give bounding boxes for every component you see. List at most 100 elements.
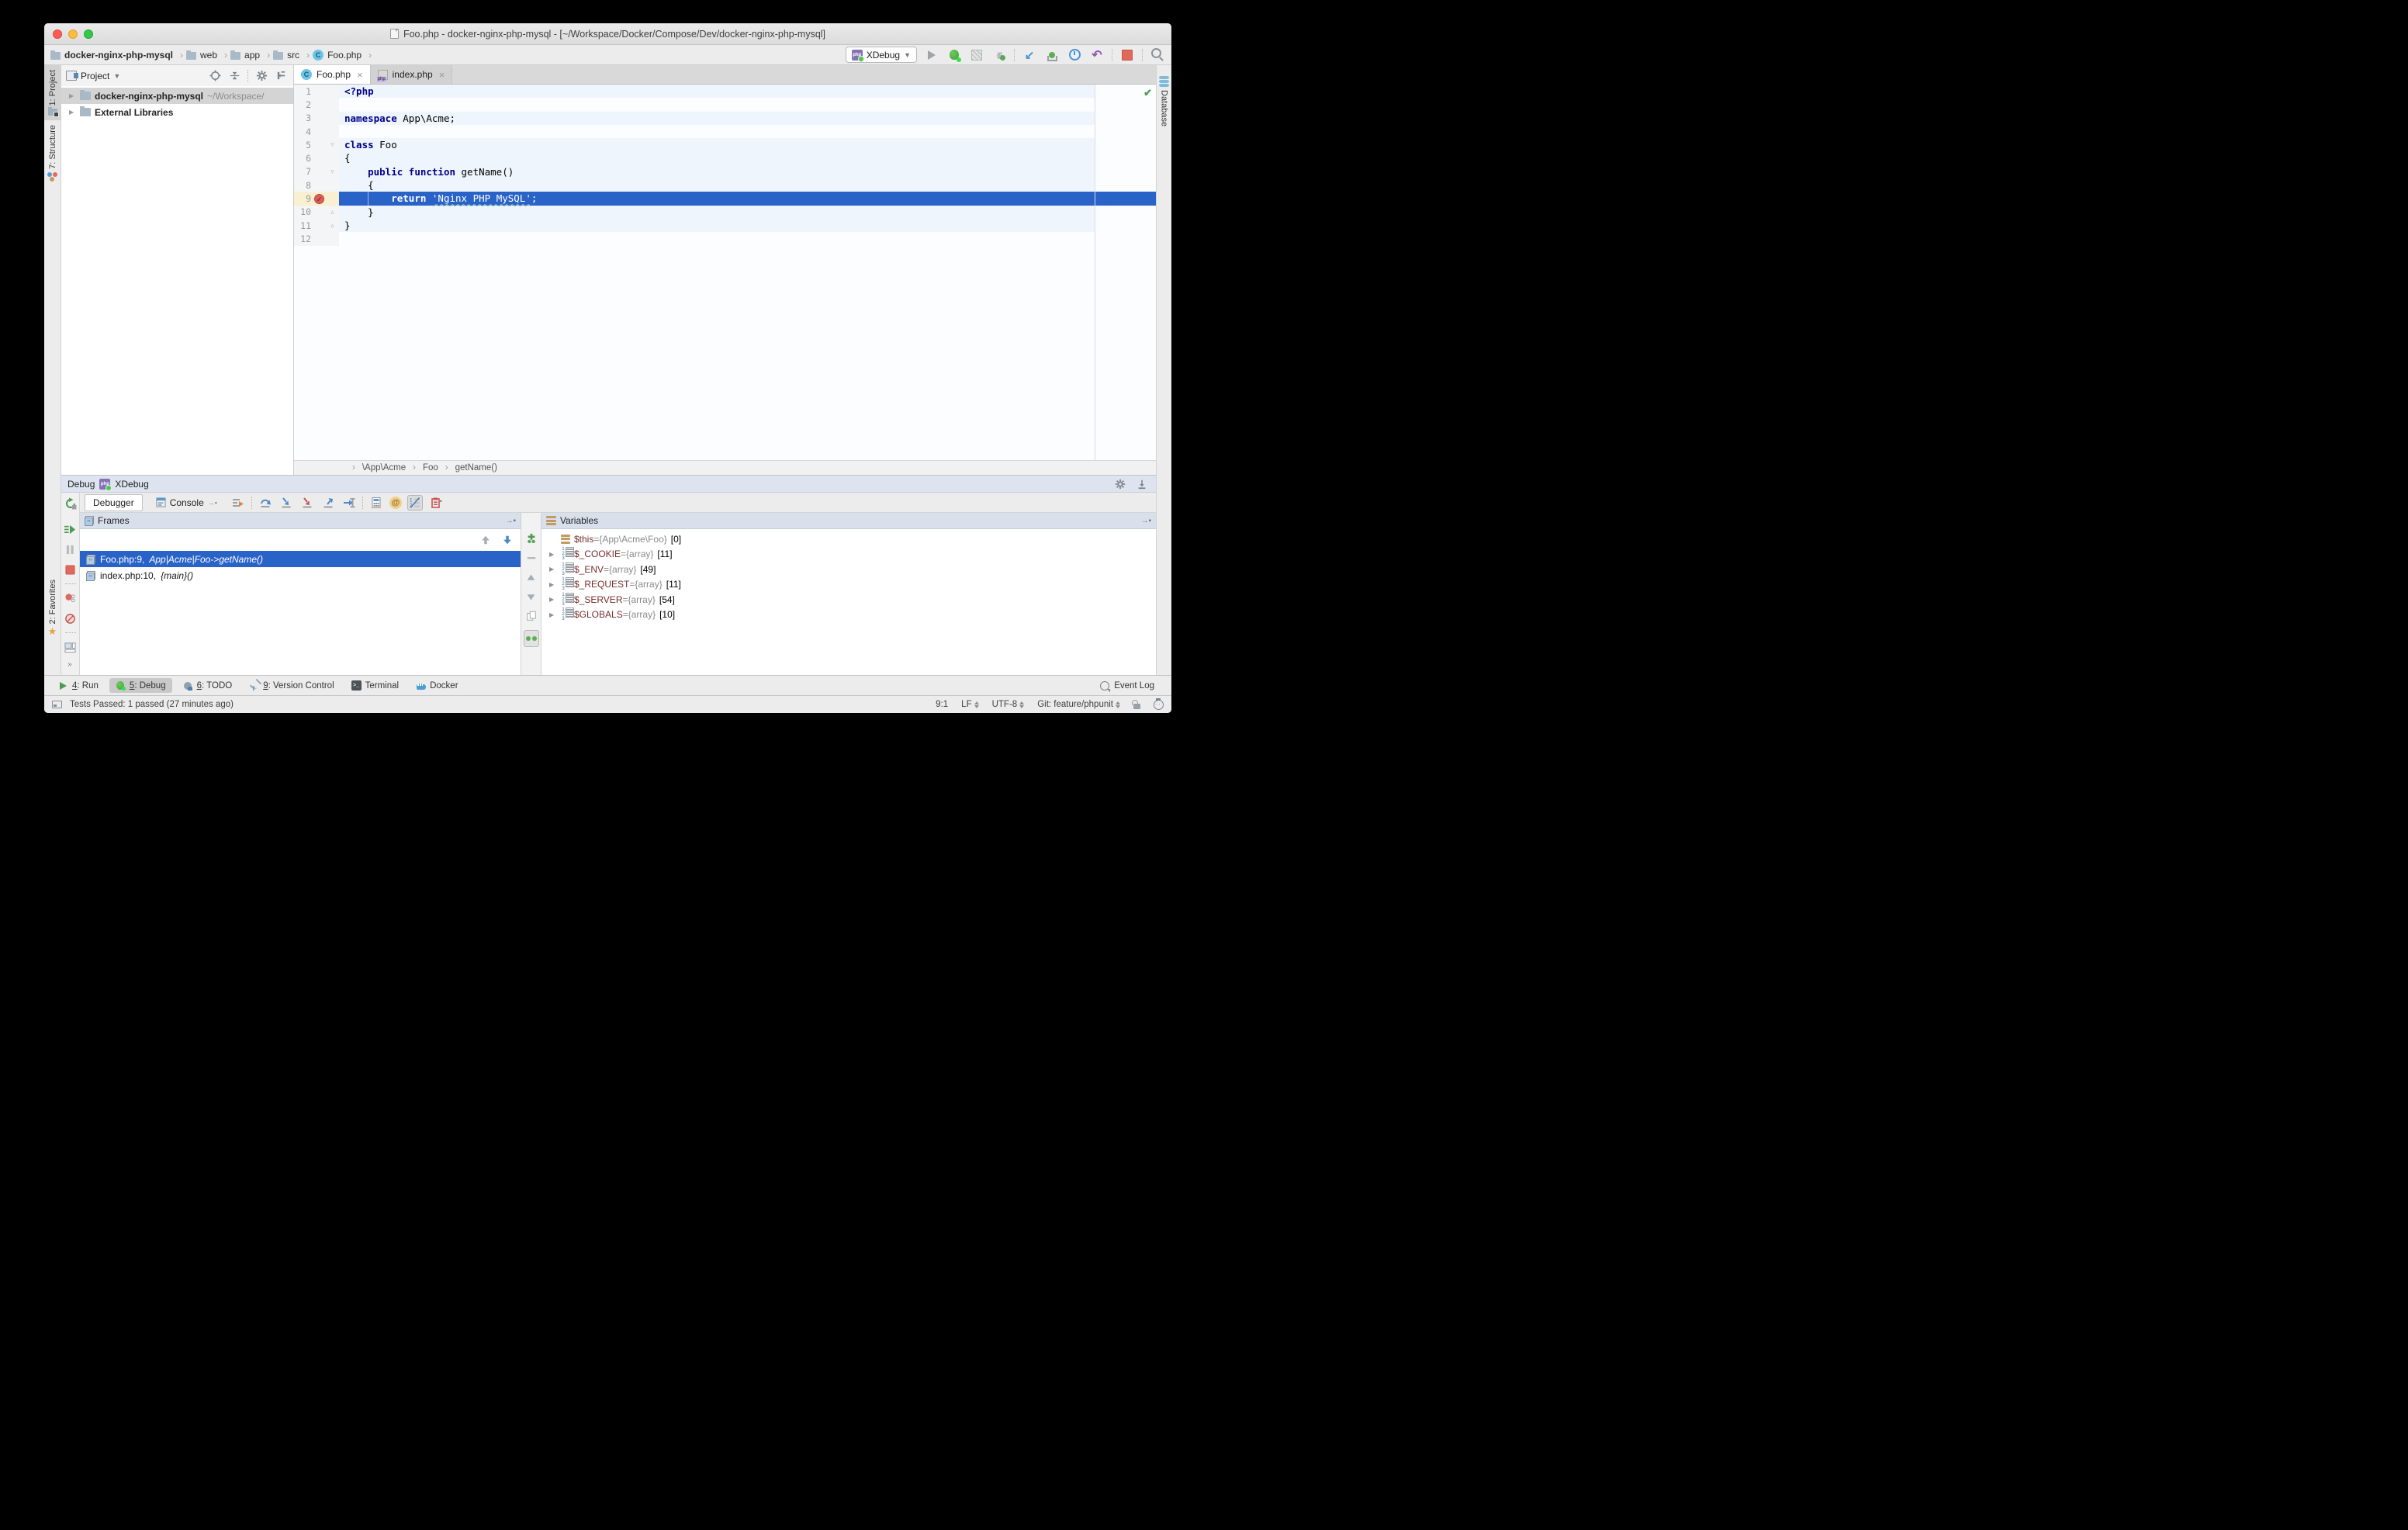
show-watches-button[interactable] xyxy=(524,630,539,647)
frame-row[interactable]: index.php:10, {main}() xyxy=(80,567,521,583)
sidebar-tab-structure[interactable]: 7: Structure xyxy=(44,120,61,186)
vcs-update-button[interactable] xyxy=(1022,47,1037,63)
minimize-window-button[interactable] xyxy=(68,29,78,39)
run-configuration-select[interactable]: php XDebug ▼ xyxy=(846,47,917,63)
search-everywhere-button[interactable] xyxy=(1150,47,1165,63)
editor-breadcrumb-item[interactable]: › getName() xyxy=(438,463,497,472)
sidebar-tab-favorites[interactable]: 2: Favorites ★ xyxy=(44,575,61,641)
more-actions-button[interactable]: » xyxy=(67,660,73,669)
view-breakpoints-button[interactable] xyxy=(64,591,78,605)
collapse-all-button[interactable] xyxy=(228,70,240,82)
step-into-button[interactable] xyxy=(279,495,294,511)
evaluate-expression-button[interactable] xyxy=(368,495,384,511)
tool-window-button[interactable]: 9: Version Control xyxy=(243,678,340,693)
editor-breadcrumb-item[interactable]: › \App\Acme xyxy=(345,463,406,472)
editor-gutter[interactable]: 12 ✓ xyxy=(294,232,339,245)
variable-row[interactable]: ▶ $_COOKIE = {array}[11] xyxy=(541,547,1156,562)
tool-window-button[interactable]: 4: Run xyxy=(52,678,105,693)
breadcrumb-item[interactable]: app › xyxy=(230,50,270,61)
code-editor[interactable]: 1 ✓ <?php 2 xyxy=(294,85,1156,460)
fold-marker-icon[interactable]: ▿ xyxy=(327,140,337,149)
editor-gutter[interactable]: 10 ✓ ▵ xyxy=(294,206,339,219)
force-step-into-button[interactable] xyxy=(299,495,315,511)
variable-row[interactable]: ▶ $_REQUEST = {array}[11] xyxy=(541,577,1156,593)
add-watch-button[interactable] xyxy=(524,531,539,545)
tab-console[interactable]: Console →▪ xyxy=(148,495,225,511)
expand-arrow-icon[interactable]: ▶ xyxy=(549,581,561,588)
close-window-button[interactable] xyxy=(53,29,62,39)
expand-arrow-icon[interactable]: ▶ xyxy=(549,611,561,618)
run-button[interactable] xyxy=(924,47,939,63)
locate-file-button[interactable] xyxy=(209,70,221,82)
close-tab-icon[interactable]: × xyxy=(357,69,363,81)
editor-gutter[interactable]: 5 ✓ ▿ xyxy=(294,138,339,151)
breadcrumb-item[interactable]: Foo.php › xyxy=(313,50,372,61)
tab-debugger[interactable]: Debugger xyxy=(85,494,143,511)
git-branch-select[interactable]: Git: feature/phpunit xyxy=(1037,700,1120,709)
copy-button[interactable] xyxy=(524,609,539,623)
fold-marker-icon[interactable]: ▵ xyxy=(327,221,337,230)
fold-marker-icon[interactable]: ▵ xyxy=(327,208,337,216)
close-tab-icon[interactable]: × xyxy=(439,69,445,81)
sidebar-tab-database[interactable]: Database xyxy=(1157,65,1171,131)
editor-gutter[interactable]: 9 ✓ xyxy=(294,192,339,205)
variable-row[interactable]: ▶ $_ENV = {array}[49] xyxy=(541,562,1156,577)
expand-arrow-icon[interactable]: ▶ xyxy=(549,596,561,603)
inline-values-button[interactable]: @ xyxy=(389,497,402,509)
sidebar-tab-project[interactable]: 1: Project xyxy=(44,65,61,120)
stop-button[interactable] xyxy=(1119,47,1135,63)
previous-frame-button[interactable] xyxy=(480,535,491,545)
profiler-button[interactable]: ((( xyxy=(991,47,1007,63)
step-out-button[interactable] xyxy=(320,495,336,511)
recent-changes-button[interactable] xyxy=(1067,47,1082,63)
php-settings-button[interactable] xyxy=(428,495,444,511)
expand-arrow-icon[interactable]: ▶ xyxy=(549,551,561,558)
tool-window-button[interactable]: Docker xyxy=(410,678,464,693)
variable-row[interactable]: ▶ $GLOBALS = {array}[10] xyxy=(541,608,1156,623)
caret-position[interactable]: 9:1 xyxy=(936,700,948,709)
tool-window-button[interactable]: 5: Debug xyxy=(109,678,172,693)
editor-gutter[interactable]: 11 ✓ ▵ xyxy=(294,219,339,232)
breadcrumb-item[interactable]: docker-nginx-php-mysql › xyxy=(50,50,183,61)
remove-watch-button[interactable] xyxy=(524,551,539,565)
run-with-coverage-button[interactable] xyxy=(969,47,984,63)
editor-breadcrumb-item[interactable]: › Foo xyxy=(406,463,438,472)
move-down-button[interactable] xyxy=(524,590,539,604)
chevron-down-icon[interactable]: ▼ xyxy=(113,72,120,80)
hide-panel-button[interactable] xyxy=(275,70,287,82)
expand-arrow-icon[interactable]: ▶ xyxy=(69,92,76,99)
rerun-button[interactable] xyxy=(64,497,78,511)
show-execution-point-button[interactable] xyxy=(230,495,246,511)
next-frame-button[interactable] xyxy=(502,535,513,545)
run-to-cursor-button[interactable] xyxy=(341,495,357,511)
tool-window-button[interactable]: 6: TODO xyxy=(177,678,239,693)
encoding-select[interactable]: UTF-8 xyxy=(992,700,1025,709)
line-ending-select[interactable]: LF xyxy=(961,700,978,709)
project-tree-row[interactable]: ▶ docker-nginx-php-mysql ~/Workspace/ xyxy=(61,88,293,104)
fold-marker-icon[interactable]: ▿ xyxy=(327,168,337,176)
editor-gutter[interactable]: 6 ✓ xyxy=(294,151,339,164)
mute-breakpoints-button[interactable] xyxy=(64,611,78,625)
write-access-lock-icon[interactable] xyxy=(1133,704,1140,709)
debug-settings-gear-icon[interactable] xyxy=(1114,478,1126,490)
variable-row[interactable]: ▶ $_SERVER = {array}[54] xyxy=(541,592,1156,608)
tool-window-button[interactable]: Terminal xyxy=(345,678,405,693)
resume-button[interactable] xyxy=(64,522,78,536)
project-tree-row[interactable]: ▶ External Libraries xyxy=(61,104,293,120)
rollback-button[interactable] xyxy=(1089,47,1105,63)
maximize-window-button[interactable] xyxy=(84,29,93,39)
breadcrumb-item[interactable]: src › xyxy=(273,50,310,61)
debug-button[interactable] xyxy=(946,47,962,63)
inspection-profile-icon[interactable] xyxy=(1154,700,1164,710)
pause-button[interactable] xyxy=(64,542,78,556)
restore-layout-button[interactable] xyxy=(64,640,78,654)
hide-variables-icon[interactable]: →▪ xyxy=(1140,517,1151,525)
breadcrumb-item[interactable]: web › xyxy=(186,50,227,61)
event-log-button[interactable]: Event Log xyxy=(1100,681,1154,691)
editor-gutter[interactable]: 1 ✓ xyxy=(294,85,339,98)
status-toggle-icon[interactable] xyxy=(52,701,62,708)
line-numbers-toggle-button[interactable]: 12 xyxy=(407,495,423,511)
editor-gutter[interactable]: 2 ✓ xyxy=(294,98,339,111)
editor-tab[interactable]: Foo.php × xyxy=(294,65,371,84)
status-message[interactable]: Tests Passed: 1 passed (27 minutes ago) xyxy=(70,700,234,709)
